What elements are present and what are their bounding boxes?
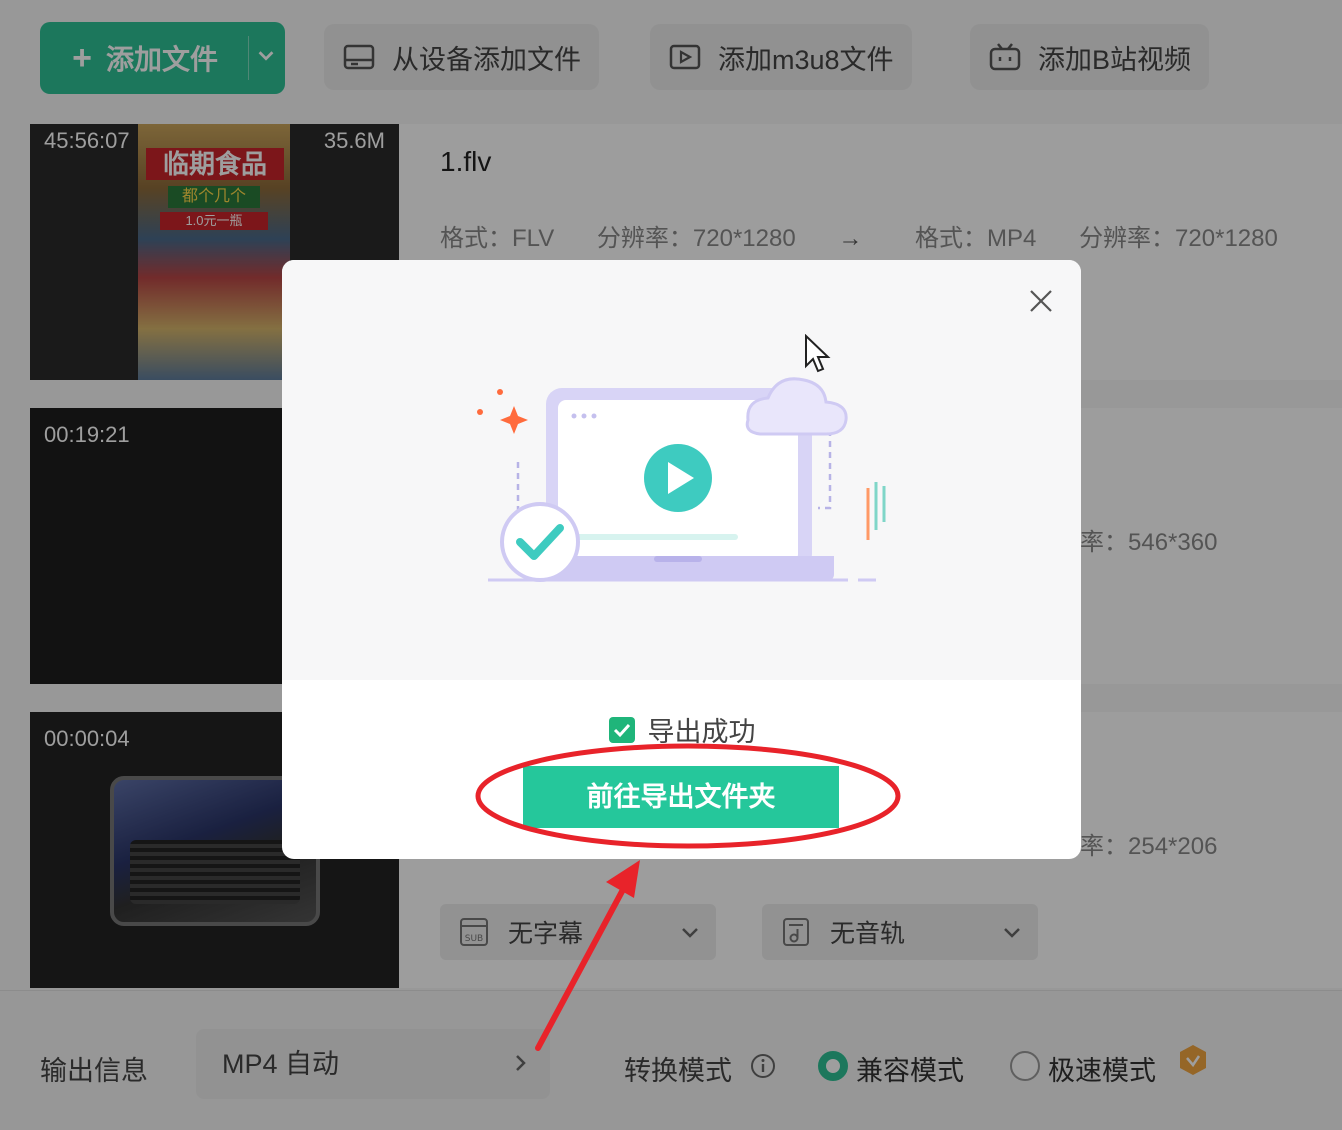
export-success-dialog: 导出成功 前往导出文件夹 — [282, 260, 1081, 859]
export-success-text: 导出成功 — [647, 717, 756, 747]
open-export-folder-button[interactable]: 前往导出文件夹 — [523, 766, 839, 828]
checkbox-checked-icon — [608, 716, 635, 743]
laptop-illustration — [477, 377, 886, 582]
mouse-cursor-icon — [805, 334, 831, 373]
close-icon[interactable] — [1026, 286, 1056, 316]
export-status: 导出成功 — [282, 710, 1081, 749]
dialog-illustration-area — [282, 260, 1081, 680]
